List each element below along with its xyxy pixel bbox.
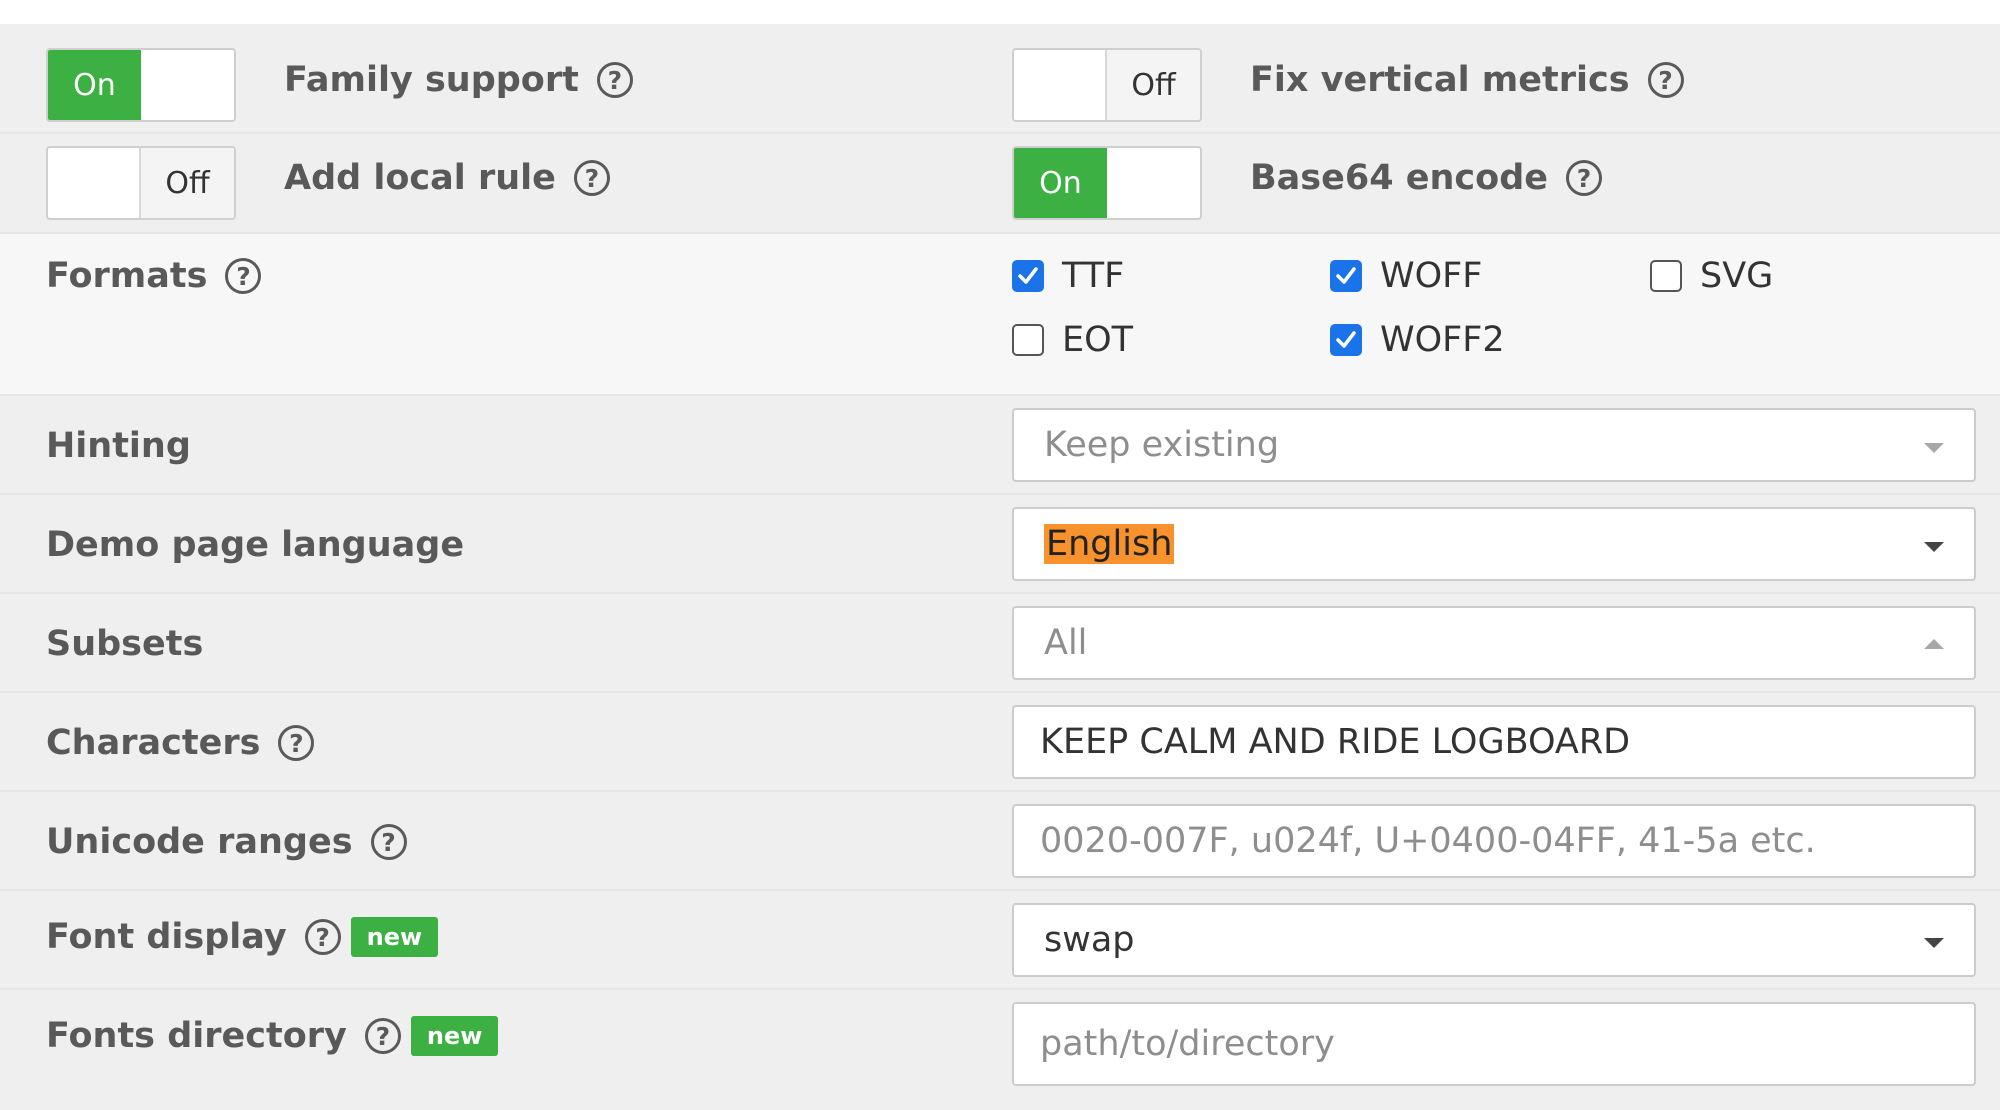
row-unicode-ranges: Unicode ranges ? 0020-007F, u024f, U+040… bbox=[0, 792, 2000, 891]
subsets-label: Subsets bbox=[46, 624, 203, 664]
toggle-state-label: Off bbox=[1107, 50, 1200, 120]
subsets-select[interactable]: All bbox=[1012, 606, 1976, 680]
checkbox-checked-icon[interactable] bbox=[1330, 324, 1362, 356]
fonts-directory-input[interactable]: path/to/directory bbox=[1012, 1002, 1976, 1086]
checkbox-checked-icon[interactable] bbox=[1330, 260, 1362, 292]
help-icon[interactable]: ? bbox=[596, 62, 633, 98]
toggle-knob bbox=[48, 148, 141, 218]
fix-vertical-metrics-toggle[interactable]: Off bbox=[1012, 48, 1202, 122]
format-ttf-label: TTF bbox=[1062, 256, 1125, 296]
help-icon[interactable]: ? bbox=[304, 919, 341, 955]
row-formats: Formats ? TTF WOFF SVG EOT WOFF2 bbox=[0, 234, 2000, 396]
unicode-ranges-placeholder: 0020-007F, u024f, U+0400-04FF, 41-5a etc… bbox=[1040, 821, 1816, 861]
font-display-label: Font display ? new bbox=[46, 917, 439, 957]
unicode-ranges-input[interactable]: 0020-007F, u024f, U+0400-04FF, 41-5a etc… bbox=[1012, 804, 1976, 878]
font-display-select[interactable]: swap bbox=[1012, 903, 1976, 977]
row-font-display: Font display ? new swap bbox=[0, 891, 2000, 990]
help-icon[interactable]: ? bbox=[573, 160, 610, 196]
format-ttf-checkbox[interactable]: TTF bbox=[1012, 256, 1124, 296]
fonts-directory-placeholder: path/to/directory bbox=[1040, 1024, 1335, 1064]
demo-language-value: English bbox=[1044, 524, 1175, 564]
add-local-rule-label: Add local rule ? bbox=[284, 158, 610, 198]
format-woff2-label: WOFF2 bbox=[1380, 320, 1505, 360]
formats-text: Formats bbox=[46, 256, 208, 296]
new-badge: new bbox=[350, 917, 439, 957]
characters-value: KEEP CALM AND RIDE LOGBOARD bbox=[1040, 722, 1631, 762]
settings-panel: On Family support ? Off Fix vertical met… bbox=[0, 24, 2000, 1110]
format-woff2-checkbox[interactable]: WOFF2 bbox=[1330, 320, 1505, 360]
top-strip bbox=[0, 0, 2000, 24]
family-support-text: Family support bbox=[284, 60, 579, 100]
add-local-rule-text: Add local rule bbox=[284, 158, 556, 198]
base64-encode-toggle[interactable]: On bbox=[1012, 146, 1202, 220]
chevron-down-icon bbox=[1924, 938, 1944, 948]
characters-input[interactable]: KEEP CALM AND RIDE LOGBOARD bbox=[1012, 705, 1976, 779]
hinting-value: Keep existing bbox=[1044, 425, 1280, 465]
fix-vertical-metrics-label: Fix vertical metrics ? bbox=[1250, 60, 1684, 100]
demo-language-label: Demo page language bbox=[46, 525, 464, 565]
toggle-knob bbox=[1014, 50, 1107, 120]
toggle-state-label: On bbox=[1014, 148, 1107, 218]
chevron-down-icon bbox=[1924, 542, 1944, 552]
toggle-knob bbox=[1107, 148, 1200, 218]
demo-language-text: Demo page language bbox=[46, 525, 465, 565]
hinting-text: Hinting bbox=[46, 426, 191, 466]
row-hinting: Hinting Keep existing bbox=[0, 396, 2000, 495]
font-display-value: swap bbox=[1044, 920, 1135, 960]
format-svg-checkbox[interactable]: SVG bbox=[1650, 256, 1773, 296]
formats-label: Formats ? bbox=[46, 256, 262, 296]
checkbox-checked-icon[interactable] bbox=[1012, 260, 1044, 292]
row-subsets: Subsets All bbox=[0, 594, 2000, 693]
help-icon[interactable]: ? bbox=[1566, 160, 1602, 196]
chevron-up-icon bbox=[1924, 639, 1944, 649]
toggle-knob bbox=[141, 50, 234, 120]
family-support-label: Family support ? bbox=[284, 60, 633, 100]
row-family-support: On Family support ? Off Fix vertical met… bbox=[0, 24, 2000, 134]
fonts-directory-text: Fonts directory bbox=[46, 1016, 347, 1056]
format-eot-label: EOT bbox=[1062, 320, 1134, 360]
format-eot-checkbox[interactable]: EOT bbox=[1012, 320, 1133, 360]
subsets-value: All bbox=[1044, 623, 1088, 663]
unicode-ranges-label: Unicode ranges ? bbox=[46, 822, 407, 862]
chevron-down-icon bbox=[1924, 443, 1944, 453]
format-woff-checkbox[interactable]: WOFF bbox=[1330, 256, 1482, 296]
row-demo-language: Demo page language English bbox=[0, 495, 2000, 594]
fix-vertical-metrics-text: Fix vertical metrics bbox=[1250, 60, 1630, 100]
help-icon[interactable]: ? bbox=[225, 258, 262, 294]
hinting-select[interactable]: Keep existing bbox=[1012, 408, 1976, 482]
characters-text: Characters bbox=[46, 723, 261, 763]
family-support-toggle[interactable]: On bbox=[46, 48, 236, 122]
characters-label: Characters ? bbox=[46, 723, 315, 763]
demo-language-select[interactable]: English bbox=[1012, 507, 1976, 581]
unicode-ranges-text: Unicode ranges bbox=[46, 822, 353, 862]
toggle-state-label: On bbox=[48, 50, 141, 120]
checkbox-unchecked-icon[interactable] bbox=[1012, 324, 1044, 356]
help-icon[interactable]: ? bbox=[364, 1018, 401, 1054]
base64-encode-label: Base64 encode ? bbox=[1250, 158, 1602, 198]
format-woff-label: WOFF bbox=[1380, 256, 1483, 296]
format-svg-label: SVG bbox=[1700, 256, 1774, 296]
hinting-label: Hinting bbox=[46, 426, 191, 466]
add-local-rule-toggle[interactable]: Off bbox=[46, 146, 236, 220]
fonts-directory-label: Fonts directory ? new bbox=[46, 1016, 499, 1056]
help-icon[interactable]: ? bbox=[278, 725, 315, 761]
row-characters: Characters ? KEEP CALM AND RIDE LOGBOARD bbox=[0, 693, 2000, 792]
toggle-state-label: Off bbox=[141, 148, 234, 218]
help-icon[interactable]: ? bbox=[370, 824, 407, 860]
checkbox-unchecked-icon[interactable] bbox=[1650, 260, 1682, 292]
row-fonts-directory: Fonts directory ? new path/to/directory bbox=[0, 990, 2000, 1110]
new-badge: new bbox=[410, 1016, 499, 1056]
base64-encode-text: Base64 encode bbox=[1250, 158, 1548, 198]
row-add-local-rule: Off Add local rule ? On Base64 encode ? bbox=[0, 134, 2000, 234]
subsets-text: Subsets bbox=[46, 624, 204, 664]
font-display-text: Font display bbox=[46, 917, 287, 957]
help-icon[interactable]: ? bbox=[1647, 62, 1684, 98]
